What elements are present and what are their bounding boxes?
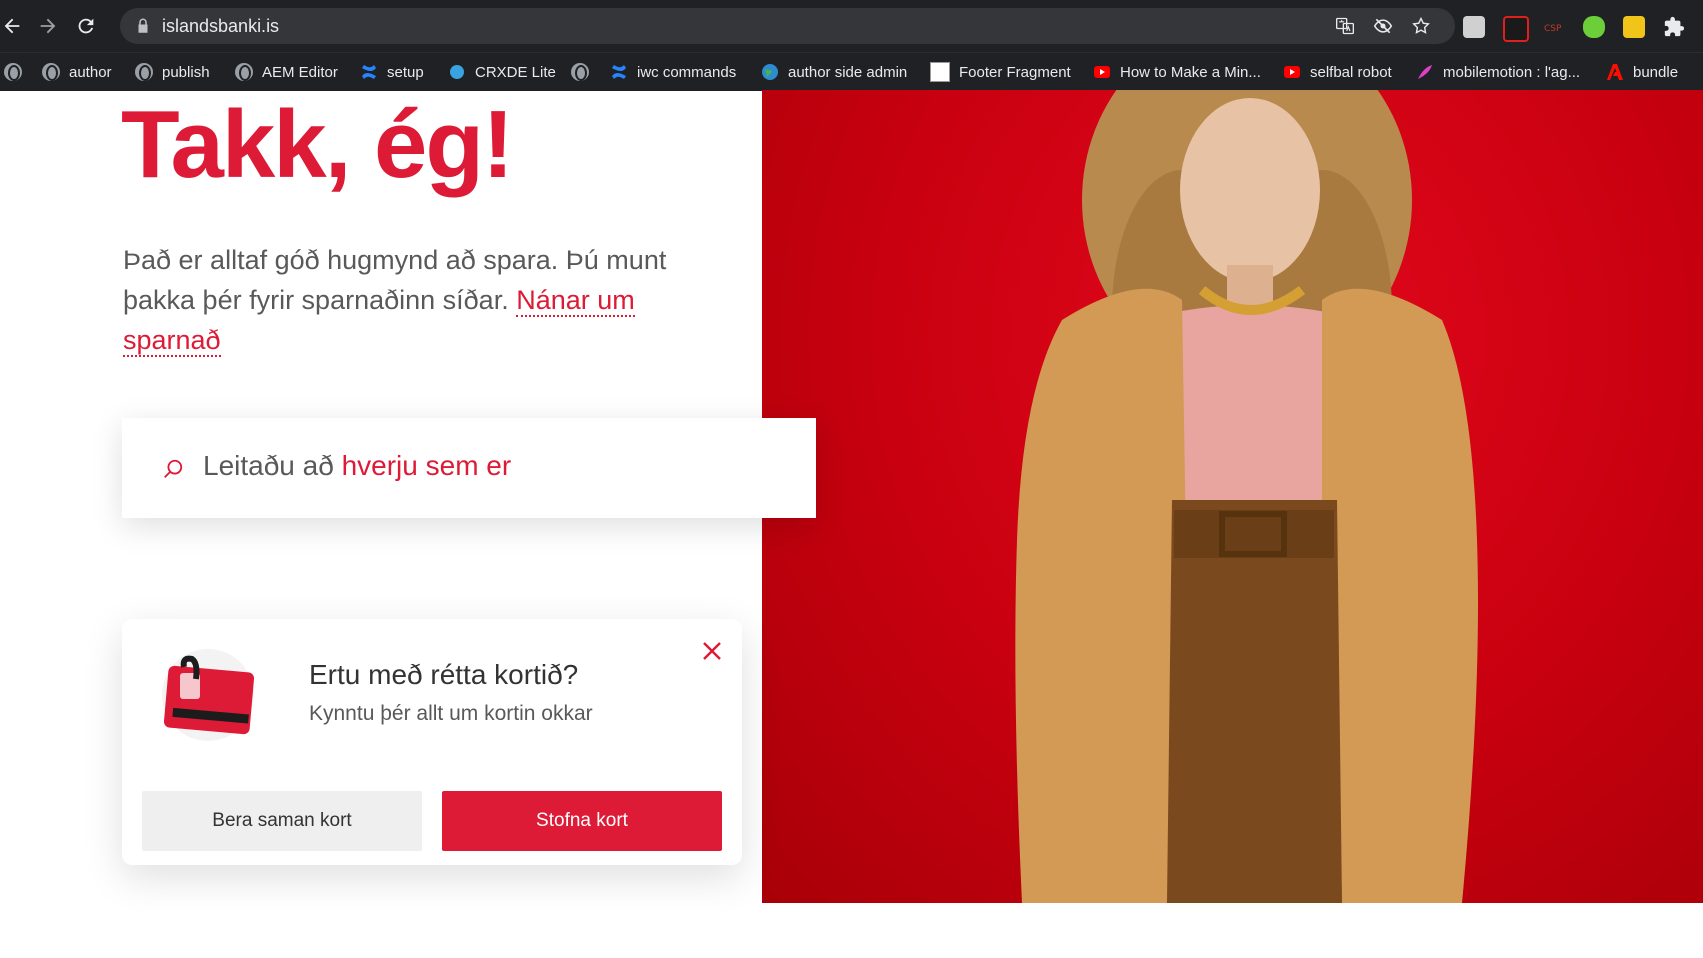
globe-icon [42,63,60,81]
forward-icon[interactable] [36,14,60,38]
confluence-icon [610,63,628,81]
svg-text:CSP: CSP [1544,24,1562,34]
bookmarks-bar: author publish AEM Editor setup CRXDE Li… [0,52,1703,91]
bookmark-item[interactable]: author [42,53,112,91]
address-bar[interactable]: islandsbanki.is [120,8,1455,44]
iwc-icon [930,62,950,82]
credit-card-icon [162,649,255,741]
page-content: Takk, ég! Það er alltaf góð hugmynd að s… [0,90,1703,958]
bookmark-item[interactable]: mobilemotion : l'ag... [1416,53,1580,91]
color-extension-icon[interactable] [1623,16,1645,38]
url-text: islandsbanki.is [162,16,280,36]
bookmark-item[interactable]: author side admin [761,53,907,91]
feather-icon [1416,63,1434,81]
bookmark-item[interactable] [4,53,31,91]
card-promo-subtitle: Kynntu þér allt um kortin okkar [309,702,593,725]
globe-icon [235,63,253,81]
bookmark-item[interactable]: iwc commands [610,53,736,91]
hero-image [762,90,1703,903]
youtube-icon [1283,63,1301,81]
reload-icon[interactable] [74,14,98,38]
browser-toolbar: islandsbanki.is CSP [0,0,1703,52]
puzzle-icon[interactable] [1663,16,1685,38]
translate-icon[interactable] [1335,16,1355,36]
close-icon[interactable] [700,639,724,663]
bookmark-item[interactable]: selfbal robot [1283,53,1392,91]
bookmark-item[interactable]: bundle [1606,53,1678,91]
toggle-extension-icon[interactable] [1583,16,1605,38]
crxde-icon [448,63,466,81]
lock-icon [138,18,148,33]
lead-paragraph: Það er alltaf góð hugmynd að spara. Þú m… [123,240,723,360]
search-placeholder-highlight: hverju sem er [341,450,512,481]
confluence-icon [360,63,378,81]
page-title: Takk, ég! [121,91,514,198]
bookmark-item[interactable]: CRXDE Lite [448,53,556,91]
eye-off-icon[interactable] [1373,16,1393,36]
bookmark-item[interactable] [571,53,598,91]
create-card-button[interactable]: Stofna kort [442,791,722,851]
adobe-extension-icon[interactable] [1503,16,1529,42]
extension-icon[interactable] [1463,16,1485,38]
bookmark-item[interactable]: AEM Editor [235,53,338,91]
bookmark-item[interactable]: Footer Fragment [930,53,1071,91]
csp-extension-icon[interactable]: CSP [1543,16,1565,38]
adobe-icon [1606,63,1624,81]
star-icon[interactable] [1411,16,1431,36]
bookmark-item[interactable]: publish [135,53,210,91]
card-promo: Ertu með rétta kortið? Kynntu þér allt u… [122,619,742,865]
globe-icon [571,63,589,81]
earth-icon [761,63,779,81]
globe-icon [135,63,153,81]
bookmark-item[interactable]: How to Make a Min... [1093,53,1261,91]
card-promo-title: Ertu með rétta kortið? [309,659,579,690]
bookmark-item[interactable]: setup [360,53,424,91]
search-box[interactable]: Leitaðu að hverju sem er [122,418,816,518]
youtube-icon [1093,63,1111,81]
globe-icon [4,63,22,81]
search-icon [164,459,183,478]
back-icon[interactable] [0,14,24,38]
compare-cards-button[interactable]: Bera saman kort [142,791,422,851]
woman-in-fur-coat-image [1015,90,1478,903]
search-placeholder: Leitaðu að hverju sem er [203,450,512,481]
